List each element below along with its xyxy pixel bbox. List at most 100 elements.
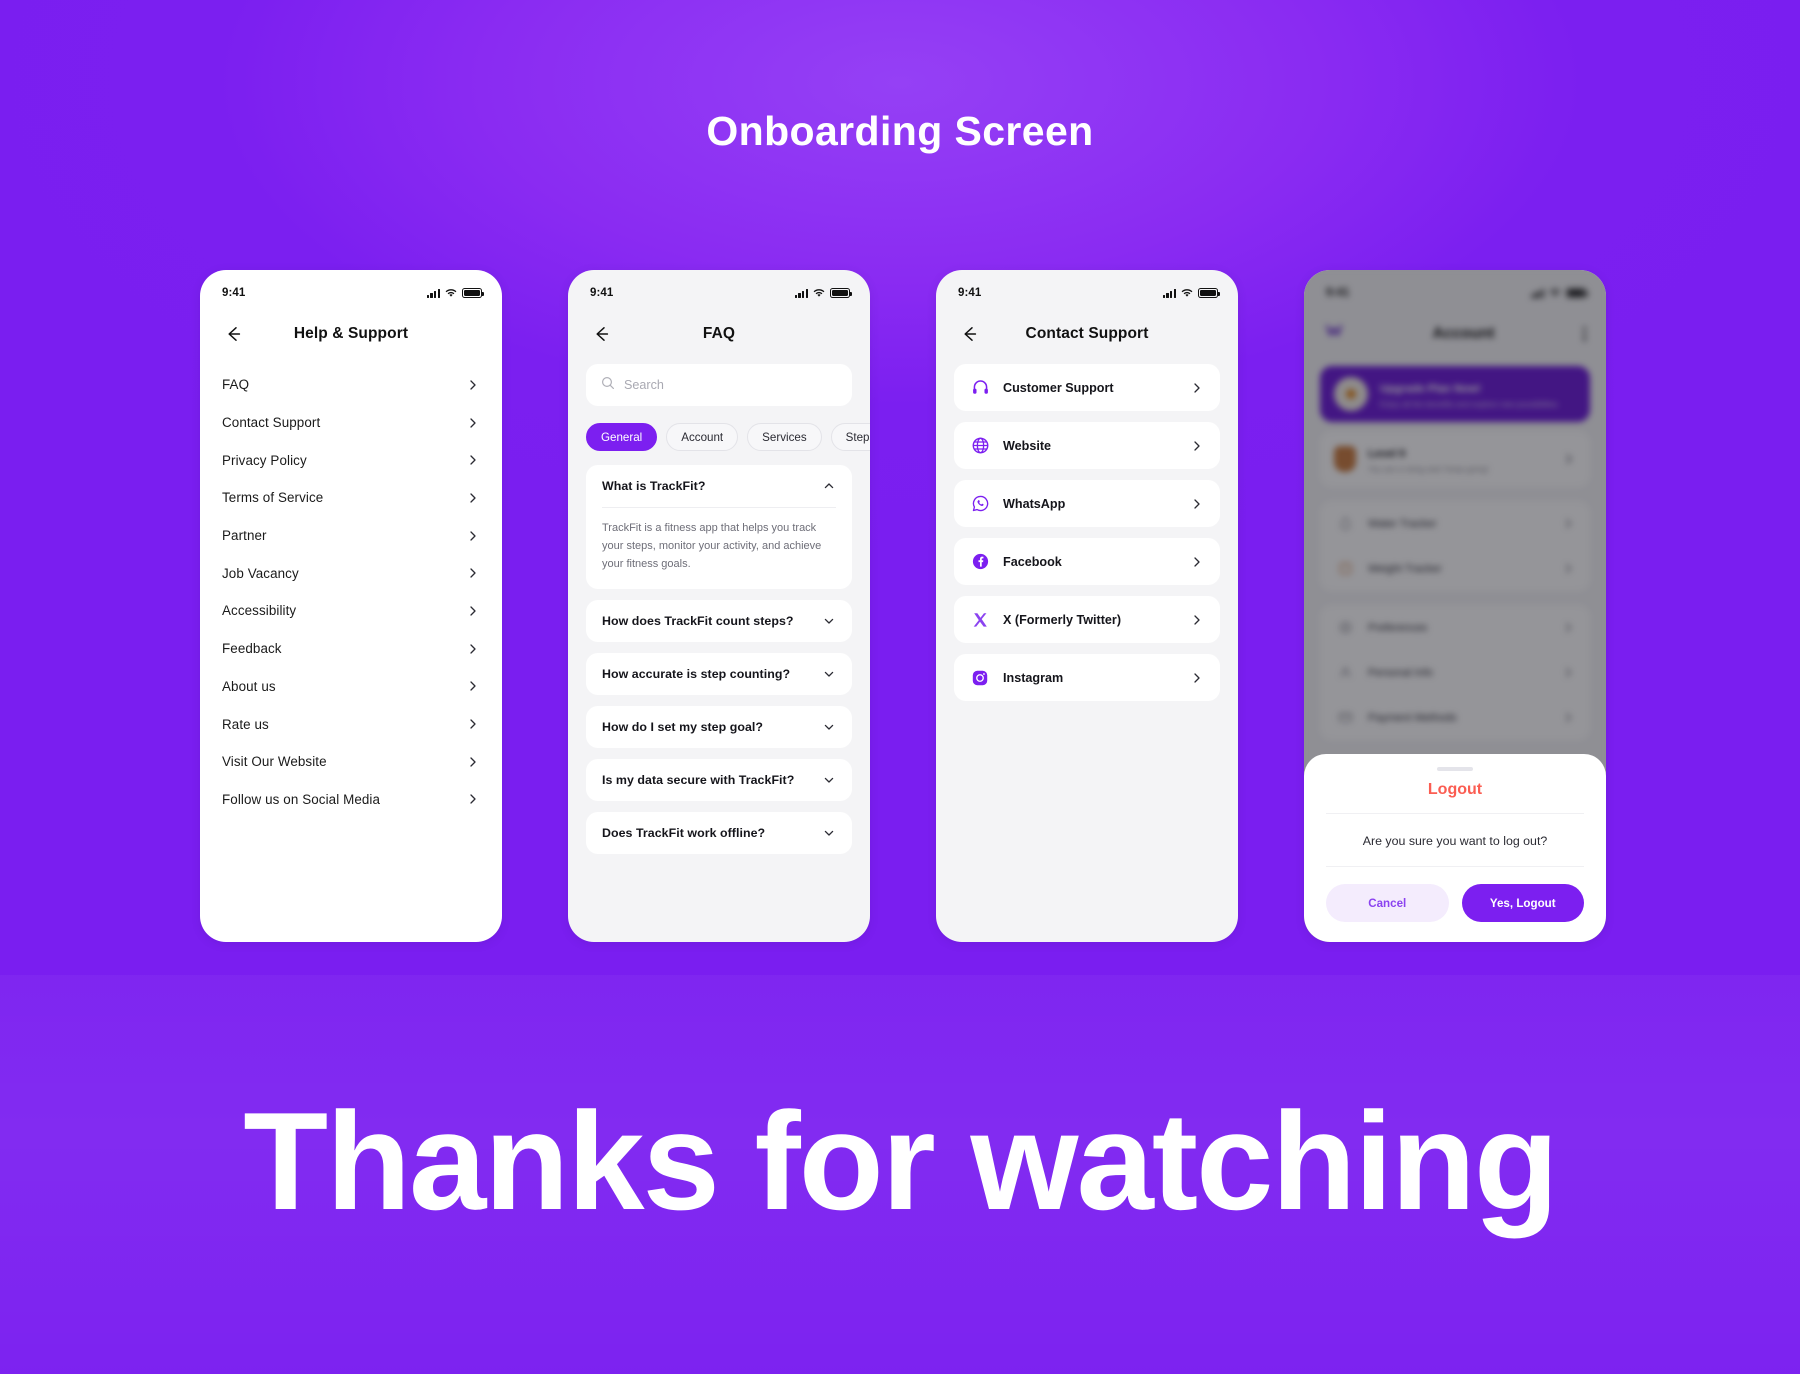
- list-item-rate-us[interactable]: Rate us: [222, 705, 480, 743]
- page-title-faq: FAQ: [702, 325, 736, 342]
- chip-account[interactable]: Account: [666, 423, 739, 451]
- chevron-right-icon: [466, 378, 480, 392]
- nav-bar-contact-support: Contact Support: [936, 308, 1238, 360]
- confirm-logout-button[interactable]: Yes, Logout: [1461, 884, 1584, 922]
- faq-item-what-is-trackfit: What is TrackFit? TrackFit is a fitness …: [586, 465, 852, 590]
- chevron-right-icon: [1190, 671, 1204, 685]
- list-item-label: Terms of Service: [222, 490, 324, 506]
- faq-item-work-offline: Does TrackFit work offline?: [586, 812, 852, 855]
- arrow-left-icon[interactable]: [958, 323, 980, 345]
- list-item-faq[interactable]: FAQ: [222, 366, 480, 404]
- faq-item-set-step-goal: How do I set my step goal?: [586, 706, 852, 749]
- logout-sheet-message: Are you sure you want to log out?: [1326, 814, 1584, 867]
- logout-bottom-sheet: Logout Are you sure you want to log out?…: [1304, 754, 1606, 942]
- list-item-job-vacancy[interactable]: Job Vacancy: [222, 554, 480, 592]
- status-bar-icons: [1162, 288, 1221, 298]
- contact-item-facebook[interactable]: Facebook: [954, 538, 1220, 585]
- contact-item-label: Customer Support: [1003, 380, 1114, 395]
- list-item-partner[interactable]: Partner: [222, 517, 480, 555]
- facebook-icon: [970, 552, 990, 572]
- chevron-right-icon: [466, 642, 480, 656]
- status-bar: 9:41: [568, 270, 870, 308]
- contact-support-list: Customer Support Website WhatsApp Facebo…: [936, 360, 1238, 701]
- chip-services[interactable]: Services: [747, 423, 822, 451]
- list-item-contact-support[interactable]: Contact Support: [222, 404, 480, 442]
- page-title-help-support: Help & Support: [293, 325, 409, 342]
- list-item-label: Contact Support: [222, 415, 321, 431]
- list-item-label: About us: [222, 678, 276, 694]
- chevron-up-icon: [822, 479, 836, 493]
- whatsapp-icon: [970, 494, 990, 514]
- cellular-signal-icon: [794, 288, 808, 298]
- contact-item-customer-support[interactable]: Customer Support: [954, 364, 1220, 411]
- logout-sheet-actions: Cancel Yes, Logout: [1326, 867, 1584, 922]
- sheet-grabber[interactable]: [1437, 767, 1473, 771]
- contact-item-label: X (Formerly Twitter): [1003, 612, 1122, 627]
- cancel-button[interactable]: Cancel: [1326, 884, 1449, 922]
- list-item-label: Accessibility: [222, 603, 297, 619]
- faq-item-data-secure: Is my data secure with TrackFit?: [586, 759, 852, 802]
- chevron-right-icon: [1190, 613, 1204, 627]
- contact-item-x-twitter[interactable]: X (Formerly Twitter): [954, 596, 1220, 643]
- faq-question-label: How accurate is step counting?: [602, 667, 791, 682]
- list-item-label: Visit Our Website: [222, 754, 327, 770]
- chevron-down-icon: [822, 826, 836, 840]
- status-bar-time: 9:41: [222, 287, 246, 299]
- faq-question-row[interactable]: What is TrackFit?: [602, 465, 836, 507]
- chevron-right-icon: [466, 717, 480, 731]
- wifi-icon: [1181, 288, 1193, 298]
- faq-question-row[interactable]: Is my data secure with TrackFit?: [602, 759, 836, 801]
- contact-item-website[interactable]: Website: [954, 422, 1220, 469]
- chip-general[interactable]: General: [586, 423, 658, 451]
- search-field[interactable]: [586, 364, 852, 406]
- status-bar-icons: [426, 288, 485, 298]
- faq-question-row[interactable]: Does TrackFit work offline?: [602, 812, 836, 854]
- contact-item-instagram[interactable]: Instagram: [954, 654, 1220, 701]
- list-item-follow-us-on-social-media[interactable]: Follow us on Social Media: [222, 781, 480, 819]
- faq-question-row[interactable]: How accurate is step counting?: [602, 653, 836, 695]
- chevron-right-icon: [466, 604, 480, 618]
- faq-question-label: Is my data secure with TrackFit?: [602, 773, 795, 788]
- status-bar-time: 9:41: [958, 287, 982, 299]
- page-title-contact-support: Contact Support: [1025, 325, 1149, 342]
- chevron-down-icon: [822, 614, 836, 628]
- list-item-label: Job Vacancy: [222, 565, 299, 581]
- list-item-visit-our-website[interactable]: Visit Our Website: [222, 743, 480, 781]
- status-bar: 9:41: [936, 270, 1238, 308]
- chevron-right-icon: [1190, 497, 1204, 511]
- chevron-right-icon: [466, 755, 480, 769]
- instagram-icon: [970, 668, 990, 688]
- list-item-terms-of-service[interactable]: Terms of Service: [222, 479, 480, 517]
- arrow-left-icon[interactable]: [590, 323, 612, 345]
- contact-item-whatsapp[interactable]: WhatsApp: [954, 480, 1220, 527]
- search-input[interactable]: [624, 378, 837, 392]
- nav-bar-faq: FAQ: [568, 308, 870, 360]
- list-item-about-us[interactable]: About us: [222, 668, 480, 706]
- contact-item-label: WhatsApp: [1003, 496, 1066, 511]
- arrow-left-icon[interactable]: [222, 323, 244, 345]
- list-item-feedback[interactable]: Feedback: [222, 630, 480, 668]
- cellular-signal-icon: [1162, 288, 1176, 298]
- phone-account-logout: 9:41 Account Upgrade Plan Now! Enjoy all…: [1304, 270, 1606, 942]
- chevron-right-icon: [466, 491, 480, 505]
- logout-sheet-title: Logout: [1326, 781, 1584, 814]
- chevron-down-icon: [822, 773, 836, 787]
- help-support-list: FAQ Contact Support Privacy Policy Terms…: [200, 360, 502, 818]
- list-item-label: Follow us on Social Media: [222, 791, 381, 807]
- faq-question-row[interactable]: How does TrackFit count steps?: [602, 600, 836, 642]
- thanks-for-watching-title: Thanks for watching: [243, 1084, 1559, 1239]
- chevron-down-icon: [822, 720, 836, 734]
- wifi-icon: [813, 288, 825, 298]
- chip-steps[interactable]: Steps: [830, 423, 870, 451]
- contact-item-label: Website: [1003, 438, 1052, 453]
- faq-item-accuracy: How accurate is step counting?: [586, 653, 852, 696]
- faq-question-label: How do I set my step goal?: [602, 720, 764, 735]
- list-item-privacy-policy[interactable]: Privacy Policy: [222, 441, 480, 479]
- contact-item-label: Instagram: [1003, 670, 1064, 685]
- list-item-accessibility[interactable]: Accessibility: [222, 592, 480, 630]
- battery-icon: [830, 288, 853, 298]
- x-twitter-icon: [970, 610, 990, 630]
- phone-contact-support: 9:41 Contact Support Customer Support We…: [936, 270, 1238, 942]
- battery-icon: [462, 288, 485, 298]
- faq-question-row[interactable]: How do I set my step goal?: [602, 706, 836, 748]
